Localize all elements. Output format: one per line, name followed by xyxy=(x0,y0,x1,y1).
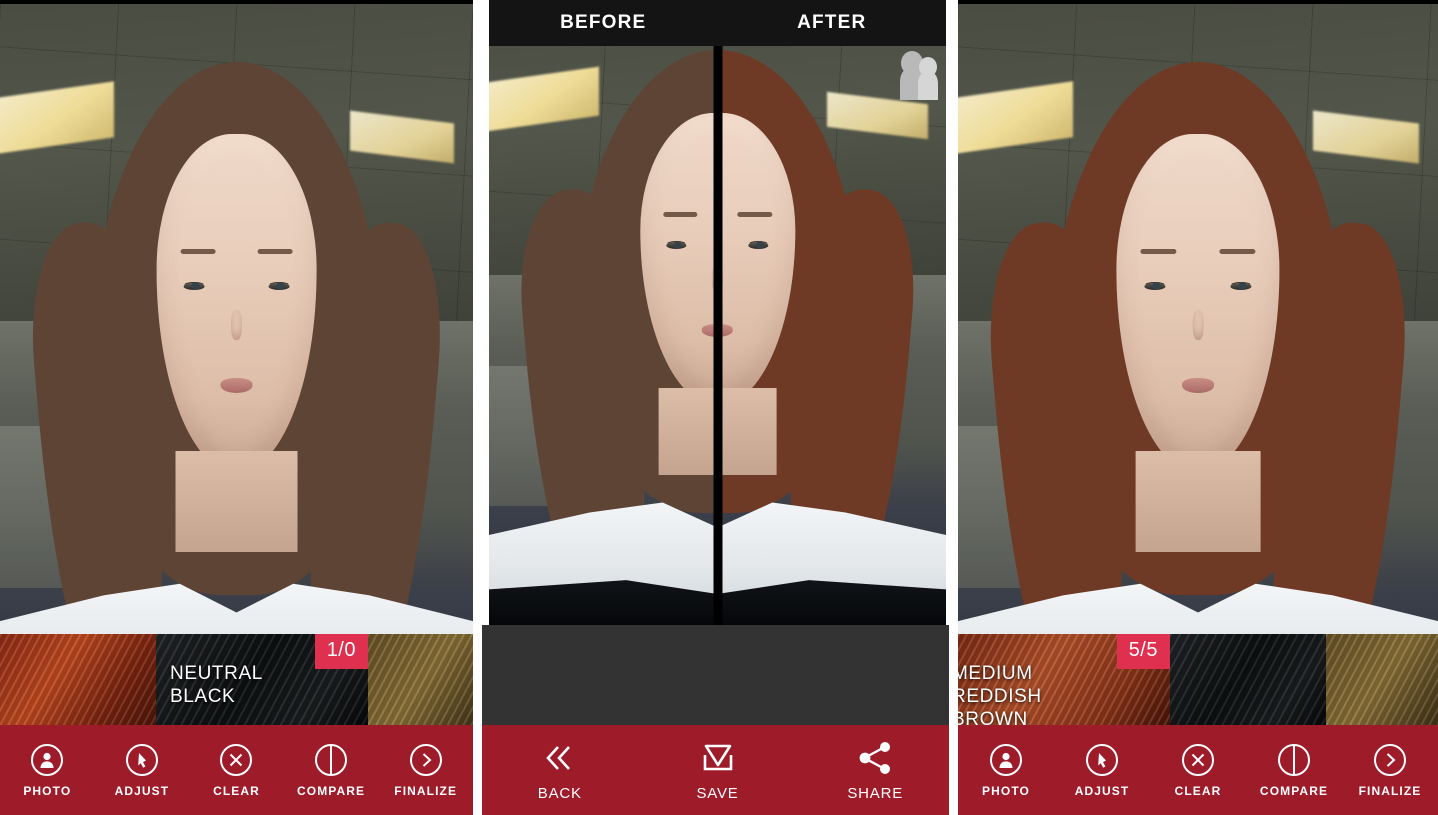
panel-gutter-2 xyxy=(949,0,958,815)
finalize-icon xyxy=(1373,743,1407,777)
save-icon xyxy=(696,738,740,778)
before-after-labels: BEFORE AFTER xyxy=(489,0,946,46)
compare-icon xyxy=(314,743,348,777)
panel-editor-after: MEDIUM REDDISH BROWN 5/5 PHOTO ADJUST CLE… xyxy=(958,0,1438,815)
share-label: SHARE xyxy=(847,785,903,802)
before-label: BEFORE xyxy=(489,12,718,34)
swatch-auburn[interactable] xyxy=(0,634,156,725)
share-icon xyxy=(853,738,897,778)
app-screenshot: NEUTRAL BLACK 1/0 PHOTO ADJUST CLEAR COMP… xyxy=(0,0,1438,815)
photo-button[interactable]: PHOTO xyxy=(0,743,95,798)
photo-icon xyxy=(989,743,1023,777)
save-button[interactable]: SAVE xyxy=(639,738,797,802)
clear-button[interactable]: CLEAR xyxy=(189,743,284,798)
swatch-neutral-black[interactable]: NEUTRAL BLACK 1/0 xyxy=(156,634,368,725)
clear-button[interactable]: CLEAR xyxy=(1150,743,1246,798)
adjust-label: ADJUST xyxy=(115,784,170,798)
photo-label: PHOTO xyxy=(23,784,71,798)
adjust-icon xyxy=(125,743,159,777)
panel-compare: BEFORE AFTER BACK SAVE SHARE xyxy=(481,0,954,815)
adjust-button[interactable]: ADJUST xyxy=(1054,743,1150,798)
share-button[interactable]: SHARE xyxy=(796,738,954,802)
compare-button[interactable]: COMPARE xyxy=(284,743,379,798)
compare-label: COMPARE xyxy=(1260,784,1328,798)
back-icon xyxy=(538,738,582,778)
compare-toolbar: BACK SAVE SHARE xyxy=(481,725,954,815)
portrait-photo-colored[interactable] xyxy=(958,4,1438,725)
swatch-black[interactable] xyxy=(1170,634,1326,725)
adjust-label: ADJUST xyxy=(1075,784,1130,798)
before-after-photo[interactable]: BEFORE AFTER xyxy=(489,0,946,625)
two-heads-icon[interactable] xyxy=(884,48,940,100)
swatch-medium-reddish-brown[interactable]: MEDIUM REDDISH BROWN 5/5 xyxy=(958,634,1170,725)
adjust-icon xyxy=(1085,743,1119,777)
portrait-photo-original[interactable] xyxy=(0,4,473,725)
swatch-texture xyxy=(1326,634,1438,725)
save-label: SAVE xyxy=(696,785,738,802)
compare-button[interactable]: COMPARE xyxy=(1246,743,1342,798)
swatch-badge: 1/0 xyxy=(315,634,368,669)
finalize-label: FINALIZE xyxy=(394,784,457,798)
empty-gray-area xyxy=(481,625,954,729)
swatch-brown[interactable] xyxy=(368,634,473,725)
before-after-divider-handle[interactable] xyxy=(713,0,722,625)
finalize-button[interactable]: FINALIZE xyxy=(1342,743,1438,798)
clear-icon xyxy=(1181,743,1215,777)
swatch-badge: 5/5 xyxy=(1117,634,1170,669)
swatch-texture xyxy=(368,634,473,725)
swatch-brown[interactable] xyxy=(1326,634,1438,725)
swatch-texture xyxy=(0,634,156,725)
compare-icon xyxy=(1277,743,1311,777)
photo-icon xyxy=(30,743,64,777)
swatch-strip[interactable]: NEUTRAL BLACK 1/0 xyxy=(0,634,473,725)
swatch-label: MEDIUM REDDISH BROWN xyxy=(958,662,1042,725)
photo-label: PHOTO xyxy=(982,784,1030,798)
swatch-label: NEUTRAL BLACK xyxy=(170,662,263,708)
finalize-button[interactable]: FINALIZE xyxy=(378,743,473,798)
clear-icon xyxy=(219,743,253,777)
after-label: AFTER xyxy=(718,12,947,34)
bottom-toolbar: PHOTO ADJUST CLEAR COMPARE FINALIZE xyxy=(0,725,473,815)
clear-label: CLEAR xyxy=(1175,784,1222,798)
back-button[interactable]: BACK xyxy=(481,738,639,802)
adjust-button[interactable]: ADJUST xyxy=(95,743,190,798)
panel-gutter-1 xyxy=(473,0,482,815)
swatch-texture xyxy=(1170,634,1326,725)
clear-label: CLEAR xyxy=(213,784,260,798)
finalize-label: FINALIZE xyxy=(1359,784,1422,798)
back-label: BACK xyxy=(538,785,582,802)
before-half xyxy=(489,0,718,625)
panel-editor-before: NEUTRAL BLACK 1/0 PHOTO ADJUST CLEAR COMP… xyxy=(0,0,473,815)
finalize-icon xyxy=(409,743,443,777)
photo-button[interactable]: PHOTO xyxy=(958,743,1054,798)
bottom-toolbar: PHOTO ADJUST CLEAR COMPARE FINALIZE xyxy=(958,725,1438,815)
compare-label: COMPARE xyxy=(297,784,365,798)
swatch-strip[interactable]: MEDIUM REDDISH BROWN 5/5 xyxy=(958,634,1438,725)
